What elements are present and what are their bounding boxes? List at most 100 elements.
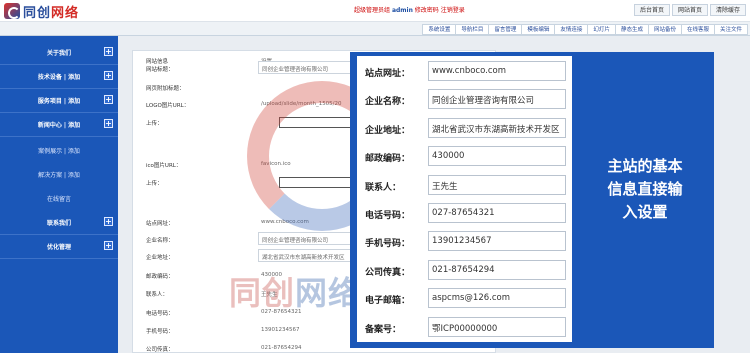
sidebar-item[interactable]: 解决方案 | 添加 bbox=[0, 166, 118, 182]
sidebar-item[interactable]: 在线留言 bbox=[0, 190, 118, 206]
callout-row-label: 电话号码： bbox=[365, 211, 411, 221]
callout-input-value: 13901234567 bbox=[432, 236, 492, 247]
nav-tab[interactable]: 关注文件 bbox=[713, 24, 748, 35]
callout-input-value: 湖北省武汉市东湖高新技术开发区 bbox=[432, 124, 560, 135]
sidebar: 关于我们 + 技术设备 | 添加 + 服务项目 | 添加 + 新闻中心 | 添加 + 案例展示 … bbox=[0, 36, 118, 353]
form-row-label: ico图片URL： bbox=[146, 163, 182, 169]
form-row-value[interactable]: 13901234567 bbox=[261, 327, 300, 333]
form-row-label: LOGO图片URL： bbox=[146, 103, 190, 109]
form-row-label: 电话号码： bbox=[146, 311, 174, 317]
callout-input-value: aspcms@126.com bbox=[432, 293, 510, 304]
logout-link[interactable]: 注销登录 bbox=[441, 7, 465, 14]
nav-tab[interactable]: 导航栏目 bbox=[455, 24, 489, 35]
callout-row: 手机号码： 13901234567 bbox=[357, 228, 572, 256]
sidebar-divider bbox=[0, 136, 118, 137]
clear-cache-button[interactable]: 清除缓存 bbox=[709, 4, 746, 16]
callout-row-label: 邮政编码： bbox=[365, 154, 411, 165]
callout-input[interactable]: 13901234567 bbox=[428, 231, 566, 252]
callout-row: 企业名称： 同创企业管理咨询有限公司 bbox=[357, 86, 572, 114]
nav-tab[interactable]: 友情连接 bbox=[554, 24, 588, 35]
callout-input-value: 021-87654294 bbox=[432, 264, 495, 275]
form-row-label: 企业地址： bbox=[146, 255, 174, 261]
expand-plus-icon[interactable]: + bbox=[104, 71, 113, 80]
form-row-value[interactable]: 021-87654294 bbox=[261, 345, 301, 351]
expand-plus-icon[interactable]: + bbox=[104, 95, 113, 104]
user-info: 超级管理员组 admin 修改密码 注销登录 bbox=[354, 5, 465, 14]
expand-plus-icon[interactable]: + bbox=[104, 119, 113, 128]
callout-input-value: 同创企业管理咨询有限公司 bbox=[432, 96, 535, 107]
callout-caption-line-2: 信息直接输 bbox=[607, 180, 683, 198]
callout-input-value: 鄂ICP00000000 bbox=[432, 323, 498, 334]
form-input[interactable]: 同创企业管理咨询有限公司 bbox=[258, 232, 354, 245]
nav-tabs: 系统设置 导航栏目 留言管理 模板编辑 友情连接 幻灯片 静态生成 网站备份 在线客服 关注文件 bbox=[422, 24, 748, 35]
callout-row-label: 备案号： bbox=[365, 324, 402, 335]
callout-input[interactable]: 430000 bbox=[428, 146, 566, 167]
callout-input[interactable]: 027-87654321 bbox=[428, 203, 566, 223]
callout-input[interactable]: 王先生 bbox=[428, 174, 566, 195]
admin-home-button[interactable]: 后台首页 bbox=[633, 4, 670, 16]
sidebar-item[interactable]: 关于我们 + bbox=[0, 44, 118, 60]
sidebar-divider bbox=[0, 258, 118, 259]
form-input[interactable]: 湖北省武汉市东湖高新技术开发区 bbox=[258, 249, 354, 262]
callout-row: 企业地址： 湖北省武汉市东湖高新技术开发区 bbox=[357, 115, 572, 143]
sidebar-item[interactable]: 服务项目 | 添加 + bbox=[0, 92, 118, 108]
sidebar-item-label: 案例展示 | 添加 bbox=[38, 147, 80, 155]
callout-caption-line-3: 入设置 bbox=[622, 203, 668, 221]
callout-input[interactable]: 同创企业管理咨询有限公司 bbox=[428, 89, 566, 110]
form-row-label: 公司传真： bbox=[146, 347, 174, 353]
sidebar-divider bbox=[0, 64, 118, 65]
callout-row-label: 公司传真： bbox=[365, 267, 411, 278]
watermark-text-a: 同创 bbox=[229, 274, 296, 312]
form-row-label: 邮政编码： bbox=[146, 274, 174, 280]
nav-tab[interactable]: 在线客服 bbox=[680, 24, 714, 35]
callout-input[interactable]: 021-87654294 bbox=[428, 259, 566, 280]
form-row-label: 网站标题： bbox=[146, 67, 174, 73]
nav-tab[interactable]: 静态生成 bbox=[614, 24, 648, 35]
expand-plus-icon[interactable]: + bbox=[104, 241, 113, 250]
top-right-buttons: 后台首页 网站首页 清除缓存 bbox=[633, 4, 746, 16]
sidebar-divider bbox=[0, 234, 118, 235]
watermark-text: 同创网络 bbox=[229, 268, 361, 314]
sidebar-item[interactable]: 技术设备 | 添加 + bbox=[0, 68, 118, 84]
sidebar-item-label: 新闻中心 | 添加 bbox=[37, 121, 81, 129]
nav-bar: 系统设置 导航栏目 留言管理 模板编辑 友情连接 幻灯片 静态生成 网站备份 在线客服 关注文件 bbox=[0, 22, 750, 36]
sidebar-item-label: 联系我们 bbox=[46, 219, 71, 227]
form-input-value: 同创企业管理咨询有限公司 bbox=[262, 67, 329, 73]
form-row-label: 站点网址： bbox=[146, 221, 174, 227]
callout-input-value: 王先生 bbox=[432, 181, 458, 192]
nav-tab[interactable]: 留言管理 bbox=[488, 24, 522, 35]
nav-tab[interactable]: 幻灯片 bbox=[587, 24, 615, 35]
logo-text-b: 网络 bbox=[51, 5, 80, 21]
logo: 同创网络 bbox=[4, 3, 80, 21]
sidebar-item-label: 服务项目 | 添加 bbox=[37, 97, 81, 105]
callout-input[interactable]: 湖北省武汉市东湖高新技术开发区 bbox=[428, 117, 566, 138]
sidebar-item-label: 解决方案 | 添加 bbox=[38, 171, 80, 179]
form-row-label: 企业名称： bbox=[146, 238, 174, 244]
form-row-label: 上传： bbox=[146, 181, 163, 187]
callout-input[interactable]: 鄂ICP00000000 bbox=[428, 316, 566, 337]
welcome-prefix: 超级管理员组 bbox=[354, 7, 391, 14]
expand-plus-icon[interactable]: + bbox=[104, 47, 113, 56]
nav-tab[interactable]: 网站备份 bbox=[647, 24, 681, 35]
callout-row-label: 企业名称： bbox=[365, 97, 411, 108]
site-home-button[interactable]: 网站首页 bbox=[671, 4, 708, 16]
sidebar-item[interactable]: 优化管理 + bbox=[0, 238, 118, 254]
callout-row: 电子邮箱： aspcms@126.com bbox=[357, 285, 572, 313]
nav-tab[interactable]: 模板编辑 bbox=[521, 24, 555, 35]
callout-input-value: 027-87654321 bbox=[432, 208, 495, 218]
callout-input[interactable]: www.cnboco.com bbox=[428, 61, 566, 81]
form-row-label: 手机号码： bbox=[146, 329, 174, 335]
callout-row-label: 手机号码： bbox=[365, 239, 411, 250]
expand-plus-icon[interactable]: + bbox=[104, 217, 113, 226]
form-input[interactable]: 同创企业管理咨询有限公司 bbox=[258, 61, 354, 74]
form-input-value: 同创企业管理咨询有限公司 bbox=[262, 238, 329, 244]
change-password-link[interactable]: 修改密码 bbox=[415, 7, 439, 14]
nav-tab[interactable]: 系统设置 bbox=[422, 24, 456, 35]
sidebar-divider bbox=[0, 112, 118, 113]
sidebar-item[interactable]: 新闻中心 | 添加 + bbox=[0, 116, 118, 132]
callout-input[interactable]: aspcms@126.com bbox=[428, 288, 566, 309]
sidebar-item[interactable]: 案例展示 | 添加 bbox=[0, 142, 118, 158]
logo-mark-icon bbox=[4, 3, 20, 19]
callout-row: 邮政编码： 430000 bbox=[357, 143, 572, 171]
sidebar-item[interactable]: 联系我们 + bbox=[0, 214, 118, 230]
